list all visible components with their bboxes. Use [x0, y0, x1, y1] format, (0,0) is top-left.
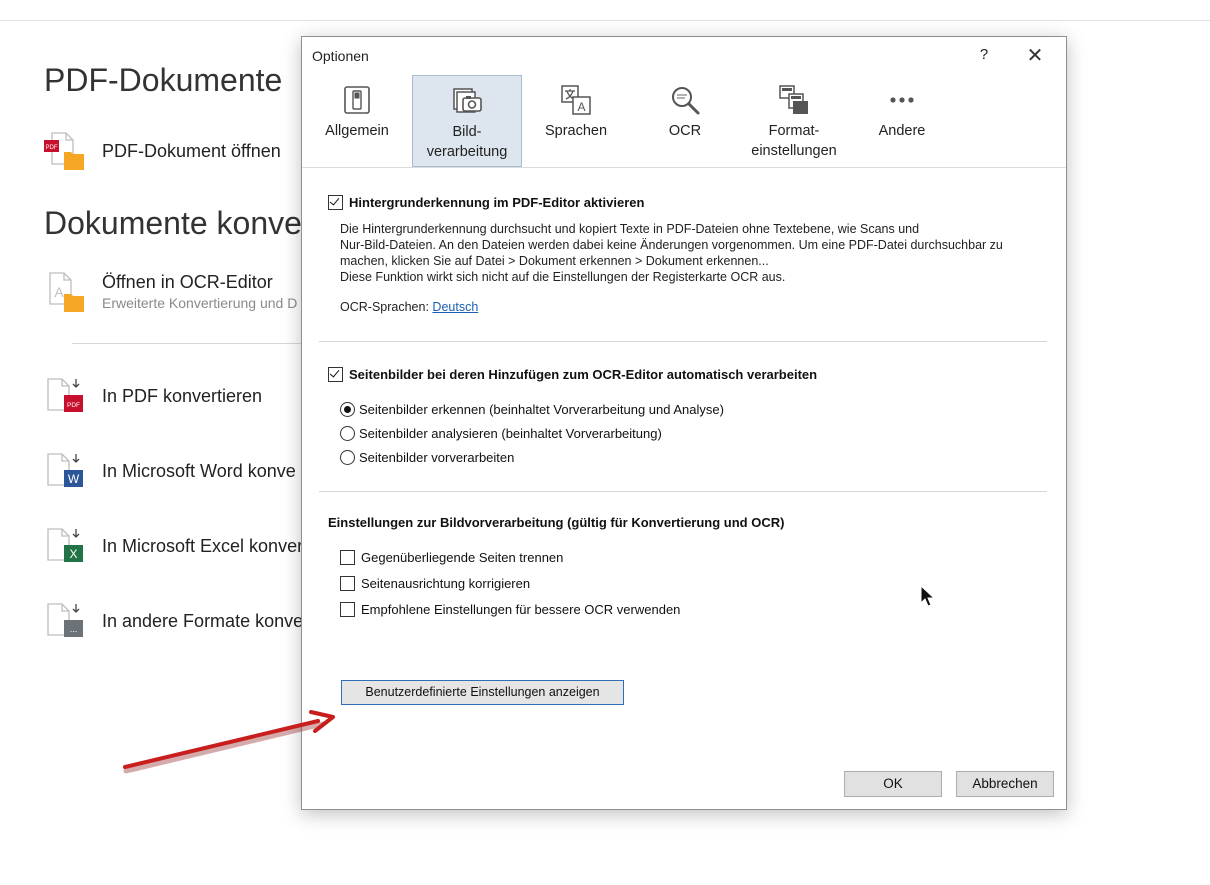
checkbox-unchecked[interactable] [340, 576, 355, 591]
other-badge: ... [70, 624, 78, 634]
checkbox-unchecked[interactable] [340, 550, 355, 565]
description-line: machen, klicken Sie auf Datei > Dokument… [340, 254, 769, 268]
format-settings-icon [779, 85, 808, 114]
to-word-label: In Microsoft Word konve [102, 461, 296, 481]
checkbox-checked[interactable] [328, 195, 343, 210]
word-file-icon: W [47, 453, 83, 487]
tab-andere-label: Andere [878, 123, 926, 139]
ocr-editor-sublabel: Erweiterte Konvertierung und D [102, 295, 298, 311]
orientation-label: Seitenausrichtung korrigieren [361, 576, 531, 591]
top-divider [0, 20, 1210, 21]
convert-pdf-badge: PDF [67, 402, 80, 409]
excel-badge: X [69, 547, 77, 561]
to-excel-label: In Microsoft Excel konvert [102, 536, 309, 556]
ok-button[interactable]: OK [844, 771, 942, 797]
tab-bildverarbeitung[interactable]: Bild- verarbeitung [412, 75, 522, 167]
to-other-label: In andere Formate konve [102, 611, 304, 631]
options-dialog: Optionen ? ✕ Allgemein Bild- verarbeitun… [301, 36, 1067, 810]
auto-process-checkbox[interactable]: Seitenbilder bei deren Hinzufügen zum OC… [328, 367, 817, 382]
section-divider [319, 341, 1047, 342]
word-badge: W [68, 472, 80, 486]
background-recognition-checkbox[interactable]: Hintergrunderkennung im PDF-Editor aktiv… [328, 195, 644, 210]
tab-sprachen[interactable]: A Sprachen [530, 75, 622, 165]
other-format-icon: ... [47, 603, 83, 637]
tab-bar-divider [302, 167, 1066, 168]
checkbox-checked[interactable] [328, 367, 343, 382]
tab-bild-label-1: Bild- [452, 124, 482, 140]
help-button[interactable]: ? [974, 45, 994, 65]
svg-text:A: A [54, 284, 64, 300]
open-pdf-label: PDF-Dokument öffnen [102, 141, 281, 161]
tab-bar: Allgemein Bild- verarbeitung A Sprachen … [302, 75, 1066, 167]
ocr-languages-link[interactable]: Deutsch [432, 300, 478, 314]
svg-text:A: A [577, 100, 585, 114]
radio-unselected[interactable] [340, 426, 355, 441]
radio-analyze-label: Seitenbilder analysieren (beinhaltet Vor… [359, 426, 662, 441]
mouse-cursor-icon [920, 585, 936, 607]
tab-ocr[interactable]: OCR [640, 75, 730, 165]
ocr-editor-label: Öffnen in OCR-Editor [102, 272, 273, 292]
tab-sprachen-label: Sprachen [544, 123, 608, 139]
radio-preprocess[interactable]: Seitenbilder vorverarbeiten [340, 450, 514, 465]
section-heading-pdf: PDF-Dokumente [44, 62, 283, 98]
pdf-badge: PDF [46, 145, 58, 151]
background-recognition-description: Die Hintergrunderkennung durchsucht und … [340, 221, 1040, 285]
cancel-button[interactable]: Abbrechen [956, 771, 1054, 797]
background-recognition-label: Hintergrunderkennung im PDF-Editor aktiv… [349, 195, 645, 210]
magnifier-icon [672, 87, 700, 115]
radio-analyze[interactable]: Seitenbilder analysieren (beinhaltet Vor… [340, 426, 662, 441]
description-line: Die Hintergrunderkennung durchsucht und … [340, 222, 920, 236]
dialog-title: Optionen [312, 48, 369, 64]
split-pages-checkbox[interactable]: Gegenüberliegende Seiten trennen [340, 550, 563, 565]
tab-allgemein-label: Allgemein [325, 123, 389, 139]
tab-formateinstellungen[interactable]: Format- einstellungen [742, 75, 846, 165]
description-line: Nur-Bild-Dateien. An den Dateien werden … [340, 238, 1003, 252]
background-separator [72, 343, 312, 344]
radio-preprocess-label: Seitenbilder vorverarbeiten [359, 450, 515, 465]
convert-pdf-icon: PDF [47, 378, 83, 412]
ocr-file-icon: A [49, 272, 84, 312]
tab-format-label-1: Format- [768, 123, 820, 139]
auto-process-label: Seitenbilder bei deren Hinzufügen zum OC… [349, 367, 818, 382]
pdf-file-icon: PDF [44, 132, 84, 170]
checkbox-unchecked[interactable] [340, 602, 355, 617]
radio-selected[interactable] [340, 402, 355, 417]
close-button[interactable]: ✕ [1024, 45, 1046, 67]
radio-unselected[interactable] [340, 450, 355, 465]
tab-bild-label-2: verarbeitung [426, 144, 508, 160]
recommended-settings-checkbox[interactable]: Empfohlene Einstellungen für bessere OCR… [340, 602, 680, 617]
split-pages-label: Gegenüberliegende Seiten trennen [361, 550, 564, 565]
to-pdf-label: In PDF konvertieren [102, 386, 263, 406]
section-heading-convert: Dokumente konve [44, 205, 302, 241]
excel-file-icon: X [47, 528, 83, 562]
ocr-languages-row: OCR-Sprachen: Deutsch [340, 300, 478, 314]
radio-recognize[interactable]: Seitenbilder erkennen (beinhaltet Vorver… [340, 402, 724, 417]
orientation-checkbox[interactable]: Seitenausrichtung korrigieren [340, 576, 530, 591]
description-line: Diese Funktion wirkt sich nicht auf die … [340, 270, 786, 284]
tab-ocr-label: OCR [668, 123, 702, 139]
tab-format-label-2: einstellungen [751, 143, 837, 159]
radio-recognize-label: Seitenbilder erkennen (beinhaltet Vorver… [359, 402, 724, 417]
language-icon: A [561, 85, 591, 115]
section-divider [319, 491, 1047, 492]
image-processing-icon [453, 88, 482, 113]
show-custom-settings-button[interactable]: Benutzerdefinierte Einstellungen anzeige… [341, 680, 624, 705]
recommended-settings-label: Empfohlene Einstellungen für bessere OCR… [361, 602, 681, 617]
more-icon [890, 97, 914, 103]
preprocessing-section-title: Einstellungen zur Bildvorverarbeitung (g… [328, 515, 785, 530]
tab-allgemein[interactable]: Allgemein [313, 75, 401, 165]
switch-icon [344, 86, 370, 114]
tab-andere[interactable]: Andere [858, 75, 946, 165]
ocr-languages-label: OCR-Sprachen: [340, 300, 429, 314]
